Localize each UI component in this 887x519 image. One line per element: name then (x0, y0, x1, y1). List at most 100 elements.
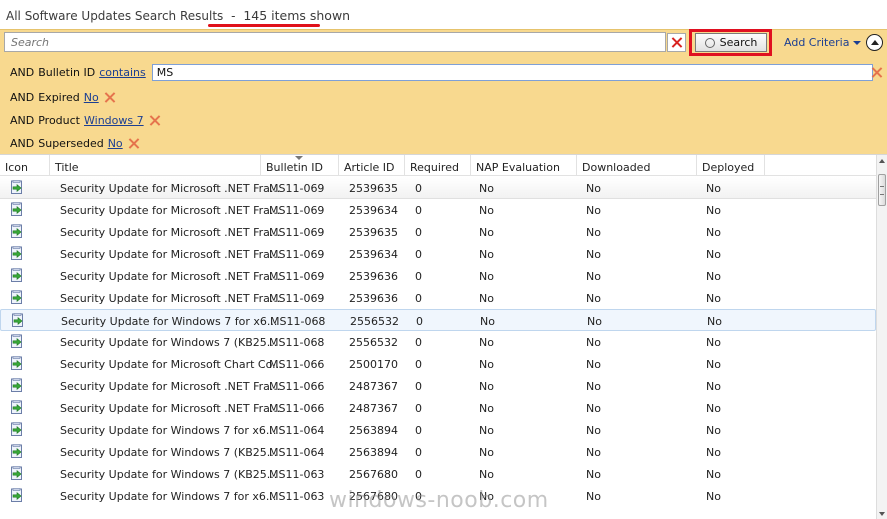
cell-article-id: 2487367 (349, 402, 398, 415)
cell-required: 0 (415, 248, 422, 261)
remove-icon[interactable] (129, 138, 140, 149)
cell-bulletin-id: MS11-069 (269, 248, 325, 261)
software-update-icon (10, 290, 24, 305)
cell-article-id: 2556532 (350, 315, 399, 328)
cell-bulletin-id: MS11-069 (269, 204, 325, 217)
vertical-scrollbar[interactable] (876, 155, 887, 519)
cell-article-id: 2487367 (349, 380, 398, 393)
table-row[interactable]: Security Update for Windows 7 (KB25... MS… (0, 331, 876, 353)
software-update-icon (10, 488, 24, 503)
cell-deployed: No (707, 315, 722, 328)
table-row[interactable]: Security Update for Windows 7 (KB25... MS… (0, 441, 876, 463)
cell-title: Security Update for Windows 7 for x6... (61, 315, 278, 328)
cell-article-id: 2563894 (349, 446, 398, 459)
column-header-nap-evaluation[interactable]: NAP Evaluation (471, 155, 577, 176)
column-header-article-id[interactable]: Article ID (339, 155, 405, 176)
software-update-icon (10, 202, 24, 217)
table-row[interactable]: Security Update for Microsoft .NET Fra..… (0, 397, 876, 419)
criterion-value-link[interactable]: No (108, 137, 123, 150)
table-row[interactable]: Security Update for Microsoft .NET Fra..… (0, 287, 876, 309)
table-row[interactable]: Security Update for Microsoft .NET Fra..… (0, 199, 876, 221)
cell-downloaded: No (586, 424, 601, 437)
cell-nap-evaluation: No (479, 336, 494, 349)
criterion-label: Expired (38, 90, 80, 104)
software-update-icon (10, 356, 24, 371)
cell-deployed: No (706, 182, 721, 195)
cell-downloaded: No (586, 292, 601, 305)
cell-bulletin-id: MS11-063 (269, 490, 325, 503)
criterion-value-link[interactable]: No (84, 91, 99, 104)
cell-deployed: No (706, 248, 721, 261)
cell-title: Security Update for Microsoft .NET Fra..… (60, 292, 281, 305)
cell-deployed: No (706, 468, 721, 481)
criterion-product: AND Product Windows 7 (10, 111, 161, 129)
table-row[interactable]: Security Update for Microsoft .NET Fra..… (0, 375, 876, 397)
page-title: All Software Updates Search Results - 14… (6, 8, 350, 23)
search-button[interactable]: Search (695, 33, 767, 52)
table-row[interactable]: Security Update for Windows 7 for x6... M… (0, 485, 876, 507)
scroll-up-icon[interactable] (879, 159, 885, 163)
remove-criterion-button[interactable] (871, 67, 882, 81)
column-header-downloaded[interactable]: Downloaded (577, 155, 697, 176)
collapse-button[interactable] (866, 34, 883, 51)
column-header-title[interactable]: Title (50, 155, 261, 176)
search-input[interactable] (5, 33, 665, 51)
software-update-icon (11, 313, 25, 328)
software-update-icon (10, 466, 24, 481)
cell-required: 0 (415, 204, 422, 217)
cell-downloaded: No (586, 204, 601, 217)
cell-downloaded: No (586, 402, 601, 415)
cell-nap-evaluation: No (479, 270, 494, 283)
criterion-superseded: AND Superseded No (10, 134, 140, 152)
criterion-operator-link[interactable]: contains (99, 66, 146, 79)
cell-deployed: No (706, 424, 721, 437)
table-row[interactable]: Security Update for Microsoft .NET Fra..… (0, 243, 876, 265)
table-row[interactable]: Security Update for Microsoft .NET Fra..… (0, 177, 876, 199)
software-update-icon (10, 224, 24, 239)
scroll-down-icon[interactable] (879, 512, 885, 516)
cell-nap-evaluation: No (479, 402, 494, 415)
remove-icon[interactable] (105, 92, 116, 103)
criterion-value-input[interactable] (151, 63, 873, 81)
cell-bulletin-id: MS11-066 (269, 380, 325, 393)
cell-nap-evaluation: No (479, 424, 494, 437)
chevron-down-icon (853, 41, 862, 45)
cell-nap-evaluation: No (479, 490, 494, 503)
table-row[interactable]: Security Update for Microsoft .NET Fra..… (0, 265, 876, 287)
software-update-icon (10, 400, 24, 415)
cell-bulletin-id: MS11-068 (269, 336, 325, 349)
cell-article-id: 2567680 (349, 468, 398, 481)
cell-required: 0 (415, 358, 422, 371)
column-header-deployed[interactable]: Deployed (697, 155, 765, 176)
table-row[interactable]: Security Update for Microsoft .NET Fra..… (0, 221, 876, 243)
column-header-icon[interactable]: Icon (0, 155, 50, 176)
cell-title: Security Update for Microsoft .NET Fra..… (60, 182, 281, 195)
column-header-required[interactable]: Required (405, 155, 471, 176)
criterion-value-link[interactable]: Windows 7 (84, 114, 144, 127)
scroll-thumb[interactable] (878, 174, 886, 206)
cell-article-id: 2563894 (349, 424, 398, 437)
clear-search-button[interactable] (667, 33, 686, 52)
cell-nap-evaluation: No (479, 248, 494, 261)
criterion-bulletin-id: AND Bulletin ID contains (10, 63, 873, 81)
table-row[interactable]: Security Update for Windows 7 for x6... M… (0, 419, 876, 441)
remove-icon[interactable] (150, 115, 161, 126)
cell-deployed: No (706, 402, 721, 415)
table-row[interactable]: Security Update for Microsoft Chart Co..… (0, 353, 876, 375)
table-row[interactable]: Security Update for Windows 7 for x6... M… (0, 309, 876, 331)
cell-title: Security Update for Microsoft .NET Fra..… (60, 248, 281, 261)
add-criteria-button[interactable]: Add Criteria (784, 36, 862, 49)
table-row[interactable]: Security Update for Windows 7 (KB25... MS… (0, 463, 876, 485)
cell-title: Security Update for Microsoft Chart Co..… (60, 358, 283, 371)
cell-article-id: 2556532 (349, 336, 398, 349)
search-criteria-panel: Search Add Criteria AND Bulletin ID cont… (0, 29, 887, 154)
cell-title: Security Update for Windows 7 (KB25... (60, 336, 278, 349)
search-box[interactable] (4, 32, 666, 52)
grid-header: Icon Title Bulletin ID Article ID Requir… (0, 155, 876, 176)
cell-article-id: 2500170 (349, 358, 398, 371)
cell-downloaded: No (586, 248, 601, 261)
cell-bulletin-id: MS11-064 (269, 424, 325, 437)
page-title-text: All Software Updates Search Results (6, 9, 224, 23)
cell-required: 0 (415, 292, 422, 305)
cell-deployed: No (706, 446, 721, 459)
